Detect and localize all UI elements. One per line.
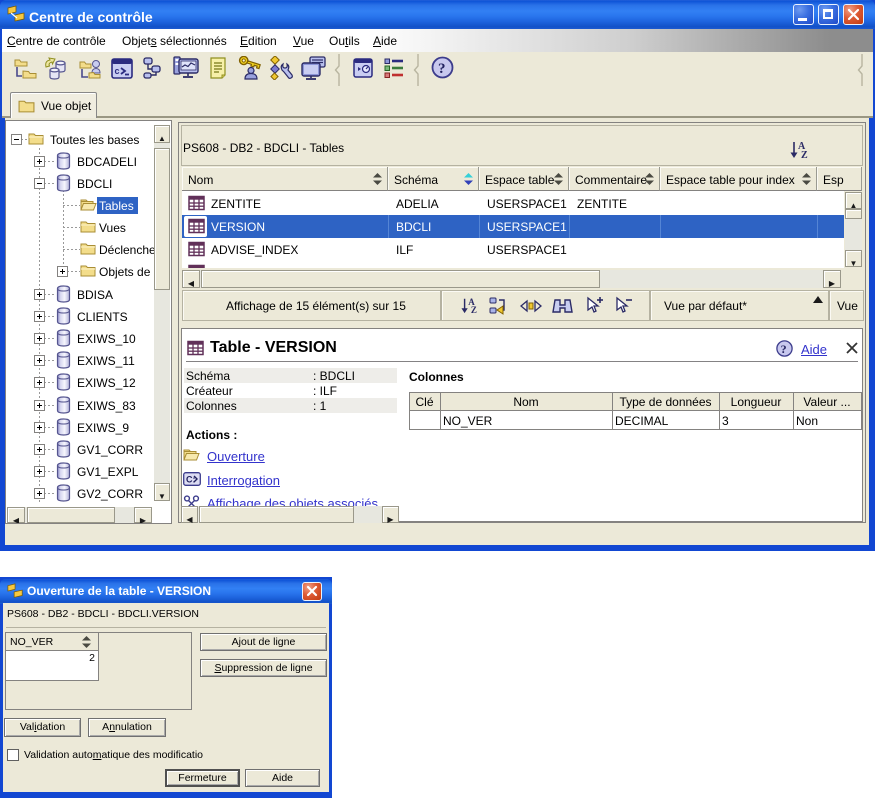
svg-text:c: c	[115, 66, 120, 76]
svg-text:Z: Z	[801, 150, 808, 159]
svg-text:?: ?	[781, 342, 787, 356]
svg-text:?: ?	[438, 61, 446, 77]
svg-text:Z: Z	[471, 305, 477, 315]
